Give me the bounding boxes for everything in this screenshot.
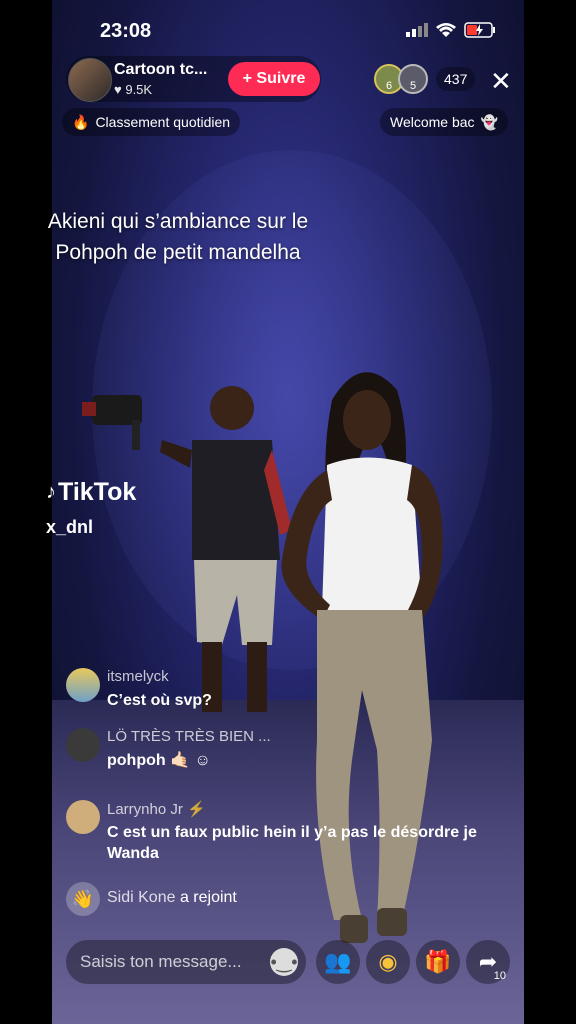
signal-icon	[406, 23, 428, 37]
comment-text: pohpoh 🤙🏻 ☺	[107, 752, 211, 769]
ranking-label: Classement quotidien	[95, 114, 231, 130]
share-button[interactable]: ➦ 10	[466, 940, 510, 984]
tiktok-logo: ♪ TikTok	[46, 478, 136, 507]
host-info[interactable]: Cartoon tc... ♥ 9.5K + Suivre	[66, 56, 321, 102]
comment-text: C’est où svp?	[107, 692, 212, 709]
heart-icon: ♥	[114, 82, 122, 97]
clock: 23:08	[100, 20, 152, 42]
comment-text: C est un faux public hein il y’a pas le …	[107, 824, 477, 862]
message-input[interactable]: Saisis ton message... •‿•	[66, 940, 306, 984]
fire-icon: 🔥	[72, 113, 90, 130]
emoji-icon[interactable]: •‿•	[270, 948, 298, 976]
commenter-name[interactable]: itsmelyck	[107, 668, 169, 685]
wifi-icon	[436, 23, 456, 37]
share-count: 10	[493, 970, 506, 982]
likes-value: 9.5K	[125, 82, 153, 97]
commenter-name[interactable]: LÖ TRÈS TRÈS BIEN ...	[107, 728, 271, 745]
wave-icon: 👋	[66, 882, 100, 916]
viewer-count[interactable]: 437	[436, 67, 476, 91]
commenter-avatar[interactable]	[66, 800, 100, 834]
follow-button[interactable]: + Suivre	[228, 62, 320, 96]
daily-ranking-pill[interactable]: 🔥 Classement quotidien	[62, 108, 241, 136]
top-viewers[interactable]: 6 5 437	[374, 64, 476, 94]
commenter-avatar[interactable]	[66, 728, 100, 762]
camera-rig	[82, 395, 142, 450]
comment-item[interactable]: Larrynho Jr ⚡ C est un faux public hein …	[66, 800, 526, 870]
commenter-name[interactable]: Larrynho Jr ⚡	[107, 800, 206, 818]
watermark-username: x_dnl	[46, 517, 94, 537]
host-avatar[interactable]	[68, 58, 112, 102]
tiktok-coin-icon: ◉	[378, 949, 398, 974]
coin-button[interactable]: ◉	[366, 940, 410, 984]
ghost-icon: 👻	[480, 113, 498, 130]
welcome-pill[interactable]: Welcome bac 👻	[380, 108, 508, 136]
tiktok-note-icon: ♪	[46, 481, 56, 503]
commenter-avatar[interactable]	[66, 668, 100, 702]
message-placeholder: Saisis ton message...	[80, 952, 242, 971]
battery-icon	[464, 22, 495, 38]
guest-button[interactable]: 👥	[316, 940, 360, 984]
status-bar: 23:08	[52, 0, 524, 60]
dancer-figure	[281, 372, 443, 943]
tiktok-watermark: ♪ TikTok x_dnl	[46, 478, 136, 538]
join-action: a rejoint	[179, 889, 237, 906]
gift-button[interactable]: 🎁	[416, 940, 460, 984]
watermark-brand: TikTok	[58, 478, 137, 506]
guest-icon: 👥	[324, 949, 352, 974]
viewer-rank: 5	[409, 80, 417, 92]
joined-user[interactable]: Sidi Kone	[107, 889, 176, 906]
live-header: Cartoon tc... ♥ 9.5K + Suivre 6 5 437 ✕	[66, 56, 516, 102]
viewer-avatar[interactable]: 5	[398, 64, 428, 94]
likes-count: ♥ 9.5K	[114, 82, 152, 97]
welcome-label: Welcome bac	[390, 114, 475, 130]
comment-item[interactable]: itsmelyck C’est où svp?	[66, 668, 526, 712]
host-name[interactable]: Cartoon tc...	[114, 61, 207, 79]
gift-icon: 🎁	[424, 949, 452, 974]
video-caption: Akieni qui s’ambiance sur le Pohpoh de p…	[47, 210, 309, 264]
join-notice: 👋 Sidi Kone a rejoint	[66, 882, 526, 916]
close-icon[interactable]: ✕	[490, 66, 512, 97]
join-text: Sidi Kone a rejoint	[107, 889, 237, 907]
comment-item[interactable]: LÖ TRÈS TRÈS BIEN ... pohpoh 🤙🏻 ☺	[66, 728, 526, 778]
viewer-rank: 6	[385, 80, 393, 92]
